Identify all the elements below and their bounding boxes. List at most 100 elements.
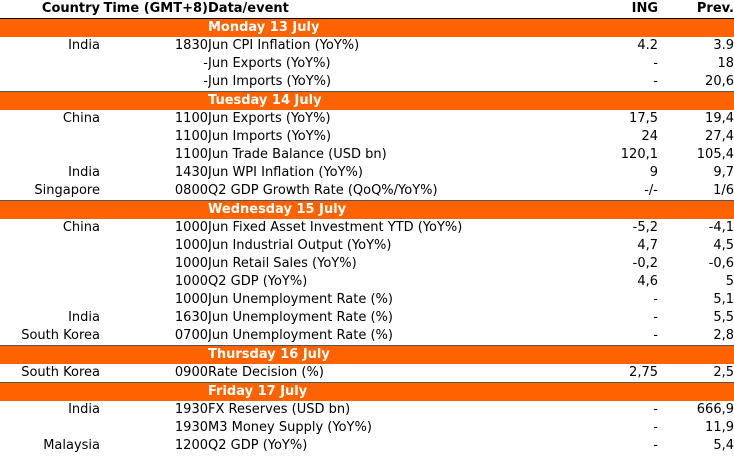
day-header-row: Tuesday 14 July [0, 91, 734, 110]
cell-prev: 1/6 [658, 182, 734, 201]
cell-event: Jun Industrial Output (YoY%) [208, 238, 392, 253]
cell-time: 1430 [174, 165, 208, 180]
cell-event: M3 Money Supply (YoY%) [208, 420, 372, 435]
cell-country: Malaysia [43, 438, 100, 453]
cell-ing: - [653, 420, 658, 435]
cell-country [0, 237, 100, 255]
day-header-spacer [0, 200, 208, 219]
cell-time: 1100 [174, 147, 208, 162]
economic-calendar-table: Country Time (GMT+8) Data/event ING Prev… [0, 0, 734, 455]
cell-time: 1000 [174, 274, 208, 289]
table-row: India 1830 Jun CPI Inflation (YoY%) 4.2 3.9 [0, 37, 734, 55]
table-row: China 1100 Jun Exports (YoY%) 17,5 19,4 [0, 110, 734, 128]
table-row: India 1430 Jun WPI Inflation (YoY%) 9 9,7 [0, 164, 734, 182]
header-country: Country [0, 0, 100, 19]
cell-prev: 2,8 [658, 327, 734, 346]
cell-event: Jun Unemployment Rate (%) [208, 292, 393, 307]
cell-ing: 24 [641, 129, 658, 144]
header-ing: ING [541, 0, 658, 19]
cell-ing: -0,2 [632, 256, 658, 271]
cell-country [0, 146, 100, 164]
cell-country [0, 419, 100, 437]
cell-time: 1000 [174, 292, 208, 307]
cell-event: Q2 GDP Growth Rate (QoQ%/YoY%) [208, 182, 541, 201]
day-header-spacer [0, 345, 208, 364]
cell-country [0, 255, 100, 273]
cell-prev: 5,5 [713, 310, 734, 325]
cell-event: Jun WPI Inflation (YoY%) [208, 165, 363, 180]
cell-prev: 4,5 [713, 238, 734, 253]
day-label: Wednesday 15 July [208, 200, 541, 219]
cell-event: Jun Imports (YoY%) [208, 73, 541, 92]
cell-ing: - [653, 56, 658, 71]
table-row: - Jun Imports (YoY%) -20,6 [0, 73, 734, 92]
cell-event: Q2 GDP (YoY%) [208, 274, 308, 289]
header-row: Country Time (GMT+8) Data/event ING Prev… [0, 0, 734, 19]
table-row: - Jun Exports (YoY%) -18 [0, 55, 734, 73]
cell-event: Jun Trade Balance (USD bn) [208, 147, 387, 162]
cell-event: Jun Imports (YoY%) [208, 129, 332, 144]
table-row: Singapore 0800 Q2 GDP Growth Rate (QoQ%/Yo… [0, 182, 734, 201]
cell-prev: 666,9 [696, 402, 734, 417]
day-header-spacer [541, 91, 734, 110]
cell-country: South Korea [0, 327, 100, 346]
cell-prev: 11,9 [705, 420, 734, 435]
cell-event: Jun Fixed Asset Investment YTD (YoY%) [208, 220, 463, 235]
cell-prev: -0,6 [708, 256, 734, 271]
cell-ing: - [653, 438, 658, 453]
cell-time: 1000 [174, 220, 208, 235]
table-row: 1000 Jun Unemployment Rate (%) - 5,1 [0, 291, 734, 309]
table-row: 1000 Jun Industrial Output (YoY%) 4,7 4,5 [0, 237, 734, 255]
cell-ing: 2,75 [541, 364, 658, 383]
cell-time: 1200 [174, 438, 208, 453]
cell-prev: 19,4 [705, 111, 734, 126]
cell-time: 1100 [174, 111, 208, 126]
day-label: Monday 13 July [208, 18, 541, 37]
table-row: India 1630 Jun Unemployment Rate (%) - 5,5 [0, 309, 734, 327]
cell-country [0, 73, 100, 92]
table-row: India 1930 FX Reserves (USD bn) - 666,9 [0, 401, 734, 419]
cell-ing: -/- [541, 182, 658, 201]
cell-event: Jun Exports (YoY%) [208, 56, 331, 71]
cell-country: India [68, 402, 100, 417]
table-row: South Korea 0700 Jun Unemployment Rate (%)… [0, 327, 734, 346]
cell-ing: 9 [649, 165, 658, 180]
cell-event: Rate Decision (%) [208, 364, 541, 383]
cell-ing: - [541, 327, 658, 346]
cell-ing: - [653, 292, 658, 307]
cell-ing: 4.2 [637, 38, 658, 53]
table-row: China 1000 Jun Fixed Asset Investment YTD … [0, 219, 734, 237]
cell-event: Jun CPI Inflation (YoY%) [208, 38, 360, 53]
cell-country: South Korea [0, 364, 100, 383]
cell-prev: 18 [717, 56, 734, 71]
day-header-spacer [0, 91, 208, 110]
day-label: Thursday 16 July [208, 345, 541, 364]
cell-prev: 105,4 [696, 147, 734, 162]
cell-time: 0700 [100, 327, 208, 346]
day-label: Tuesday 14 July [208, 91, 541, 110]
day-header-row: Thursday 16 July [0, 345, 734, 364]
cell-prev: 27,4 [705, 129, 734, 144]
cell-time: 1000 [174, 256, 208, 271]
cell-prev: 5,4 [713, 438, 734, 453]
cell-time: 1930 [174, 420, 208, 435]
cell-time: 1100 [174, 129, 208, 144]
cell-ing: 17,5 [629, 111, 658, 126]
day-header-row: Wednesday 15 July [0, 200, 734, 219]
header-prev: Prev. [658, 0, 734, 19]
cell-prev: 2,5 [658, 364, 734, 383]
cell-country: Singapore [0, 182, 100, 201]
cell-country [0, 55, 100, 73]
cell-time: - [100, 73, 208, 92]
cell-country [0, 128, 100, 146]
table-row: 1100 Jun Imports (YoY%) 24 27,4 [0, 128, 734, 146]
header-time: Time (GMT+8) [100, 0, 208, 19]
cell-country: India [68, 38, 100, 53]
table-row: 1000 Jun Retail Sales (YoY%) -0,2 -0,6 [0, 255, 734, 273]
day-header-spacer [541, 200, 734, 219]
cell-event: Jun Exports (YoY%) [208, 111, 331, 126]
cell-ing: - [653, 402, 658, 417]
cell-time: 1000 [174, 238, 208, 253]
table-row: 1000 Q2 GDP (YoY%) 4,6 5 [0, 273, 734, 291]
day-header-spacer [541, 345, 734, 364]
